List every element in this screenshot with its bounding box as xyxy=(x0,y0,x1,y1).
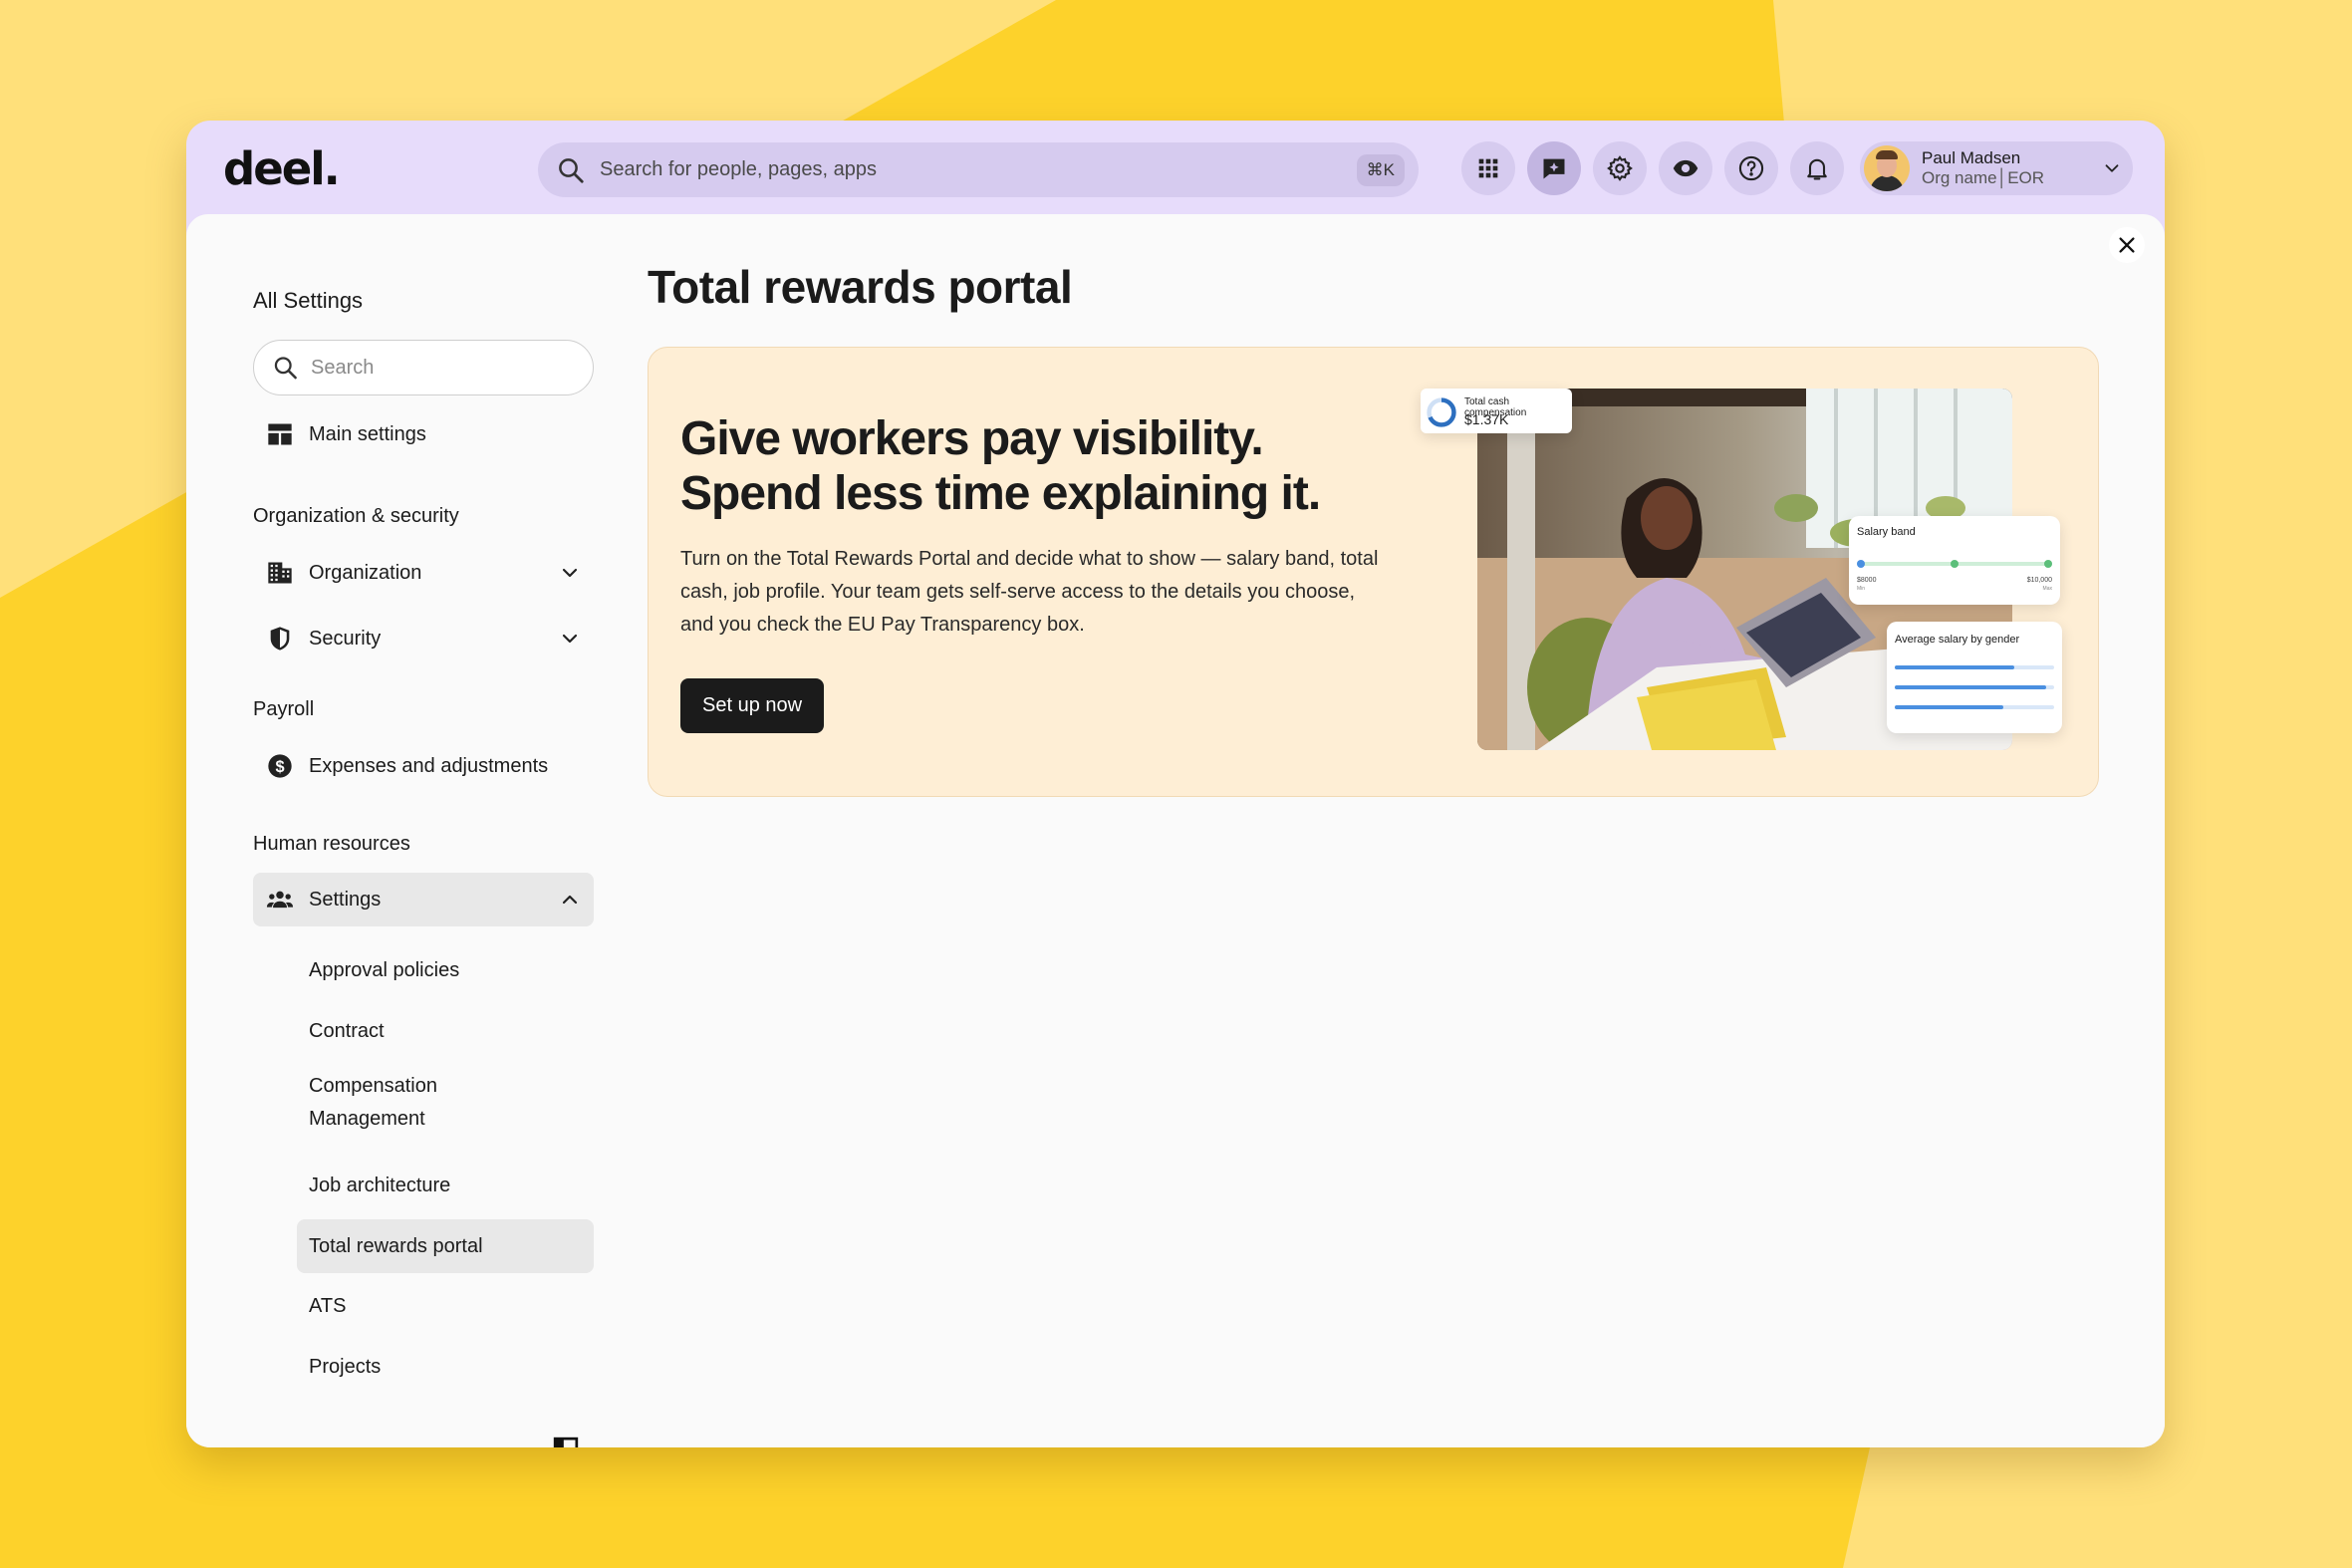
sidebar-search[interactable] xyxy=(253,340,594,395)
apps-grid-icon xyxy=(1478,158,1498,178)
people-icon xyxy=(265,885,295,915)
building-icon xyxy=(265,558,295,588)
chevron-down-icon xyxy=(562,634,578,644)
shield-icon xyxy=(265,624,295,653)
global-search-input[interactable] xyxy=(600,158,1357,181)
sidebar-item-label: Main settings xyxy=(309,422,426,445)
view-as-button[interactable] xyxy=(1659,141,1712,195)
sidebar-item-hr-settings[interactable]: Settings xyxy=(253,873,594,926)
svg-text:$: $ xyxy=(275,758,284,776)
sidebar-collapse-icon[interactable] xyxy=(553,1437,579,1447)
salary-band-max-label: Max xyxy=(2042,586,2052,592)
sub-item-compensation-management[interactable]: Compensation Management xyxy=(297,1068,536,1138)
salary-band-marker-max xyxy=(2044,560,2052,568)
total-cash-card: Total cash compensation $1.37K xyxy=(1421,389,1572,433)
settings-panel: All Settings Main settings Organization … xyxy=(186,214,2165,1447)
section-org-security: Organization & security xyxy=(253,505,459,527)
gender-salary-title: Average salary by gender xyxy=(1895,634,2020,646)
user-name: Paul Madsen xyxy=(1922,148,2021,168)
gender-salary-card: Average salary by gender xyxy=(1887,622,2062,733)
top-bar: deel. ⌘K xyxy=(186,121,2165,214)
sub-item-projects[interactable]: Projects xyxy=(297,1340,594,1394)
salary-band-marker-min xyxy=(1857,560,1865,568)
deel-logo[interactable]: deel. xyxy=(223,142,341,195)
settings-button[interactable] xyxy=(1593,141,1647,195)
top-icon-group xyxy=(1461,141,1844,195)
sidebar-item-main-settings[interactable]: Main settings xyxy=(253,407,594,461)
sub-item-total-rewards-portal[interactable]: Total rewards portal xyxy=(297,1219,594,1273)
promo-banner: Give workers pay visibility. Spend less … xyxy=(648,347,2099,797)
sub-item-approval-policies[interactable]: Approval policies xyxy=(297,943,594,997)
sidebar-item-label: Organization xyxy=(309,561,422,584)
close-icon xyxy=(2119,237,2135,253)
chevron-down-icon xyxy=(2105,164,2119,172)
eye-icon xyxy=(1673,159,1699,177)
sub-item-ats[interactable]: ATS xyxy=(297,1279,594,1333)
search-icon xyxy=(274,357,297,380)
sub-item-job-architecture[interactable]: Job architecture xyxy=(297,1159,594,1212)
salary-band-min-label: Min xyxy=(1857,586,1866,592)
salary-band-min-value: $8000 xyxy=(1857,577,1877,584)
section-payroll: Payroll xyxy=(253,698,315,720)
sidebar-item-label: Expenses and adjustments xyxy=(309,754,549,777)
section-human-resources: Human resources xyxy=(253,833,410,855)
sidebar-item-expenses[interactable]: $ Expenses and adjustments xyxy=(253,739,594,793)
notifications-button[interactable] xyxy=(1790,141,1844,195)
help-icon xyxy=(1738,155,1764,181)
chevron-up-icon xyxy=(562,895,578,905)
close-button[interactable] xyxy=(2109,227,2145,263)
total-cash-value: $1.37K xyxy=(1464,411,1509,427)
set-up-now-button[interactable]: Set up now xyxy=(680,678,825,733)
sidebar-item-label: Security xyxy=(309,627,382,650)
sub-item-contract[interactable]: Contract xyxy=(297,1004,594,1058)
ai-chat-button[interactable] xyxy=(1527,141,1581,195)
global-search[interactable]: ⌘K xyxy=(538,142,1419,197)
search-icon xyxy=(559,157,584,183)
settings-gear-icon xyxy=(1607,155,1633,181)
layout-icon xyxy=(265,419,295,449)
salary-band-card: Salary band $8000 Min $10,000 Max xyxy=(1849,516,2060,605)
search-shortcut-badge: ⌘K xyxy=(1356,153,1405,186)
settings-sidebar: All Settings Main settings Organization … xyxy=(231,257,616,1447)
apps-grid-button[interactable] xyxy=(1461,141,1515,195)
salary-band-title: Salary band xyxy=(1857,526,1916,538)
user-menu[interactable]: Paul Madsen Org name│EOR xyxy=(1860,141,2133,195)
salary-band-marker-mid xyxy=(1951,560,1959,568)
ai-chat-icon xyxy=(1543,158,1565,179)
page-title: Total rewards portal xyxy=(648,261,1073,313)
chevron-down-icon xyxy=(562,568,578,578)
avatar xyxy=(1864,145,1910,191)
sidebar-item-label: Settings xyxy=(309,888,382,911)
sidebar-item-security[interactable]: Security xyxy=(253,612,594,665)
sidebar-item-organization[interactable]: Organization xyxy=(253,546,594,600)
app-window: deel. ⌘K xyxy=(186,121,2165,1447)
banner-body: Turn on the Total Rewards Portal and dec… xyxy=(680,548,1379,636)
salary-band-max-value: $10,000 xyxy=(2026,577,2052,584)
donut-chart-icon xyxy=(1427,397,1456,427)
banner-headline: Give workers pay visibility. Spend less … xyxy=(680,412,1321,520)
user-info: Paul Madsen Org name│EOR xyxy=(1922,148,2101,187)
help-button[interactable] xyxy=(1724,141,1778,195)
dollar-circle-icon: $ xyxy=(265,751,295,781)
notification-bell-icon xyxy=(1807,158,1827,180)
sidebar-search-input[interactable] xyxy=(311,356,575,380)
user-org: Org name│EOR xyxy=(1922,168,2045,187)
sidebar-title: All Settings xyxy=(253,288,364,313)
